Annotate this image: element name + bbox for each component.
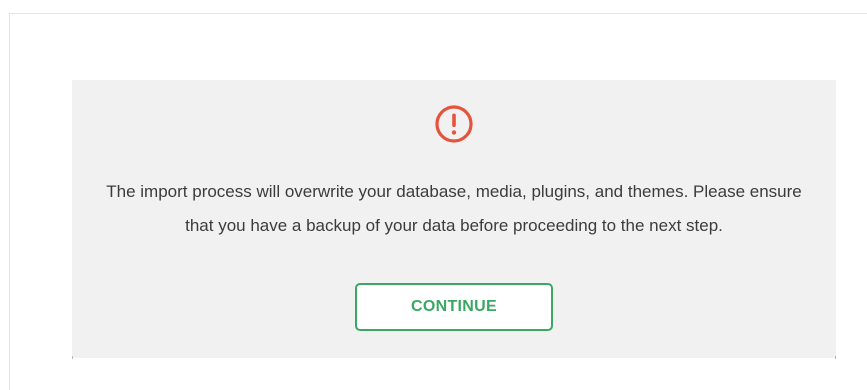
panel-container: The import process will overwrite your d…: [9, 13, 867, 390]
exclamation-circle-icon: [435, 105, 473, 143]
notice-corner-left: [72, 356, 73, 359]
continue-button[interactable]: CONTINUE: [355, 283, 553, 331]
notice-corner-right: [835, 356, 836, 359]
import-warning-notice: The import process will overwrite your d…: [72, 80, 836, 359]
warning-message: The import process will overwrite your d…: [106, 182, 802, 235]
